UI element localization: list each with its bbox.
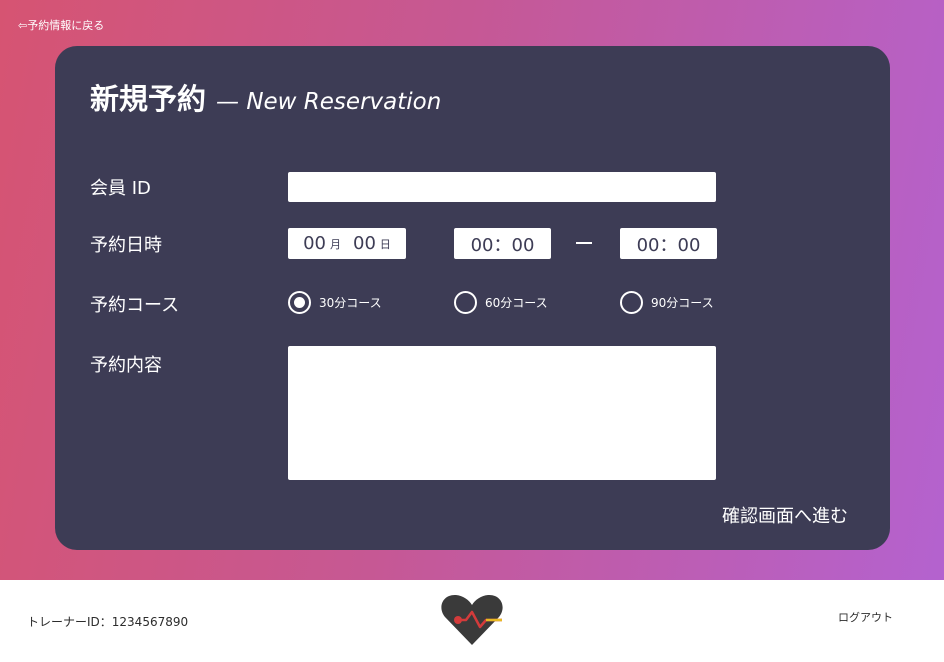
month-value: 00	[303, 233, 326, 254]
course-label: 予約コース	[90, 295, 180, 316]
radio-unselected-icon	[620, 291, 643, 314]
proceed-to-confirm-button[interactable]: 確認画面へ進む	[722, 502, 848, 528]
course-option-60[interactable]: 60分コース	[454, 291, 548, 314]
course-option-label: 90分コース	[651, 296, 714, 310]
date-field[interactable]: 00 月 00 日	[288, 228, 406, 259]
title-japanese: 新規予約	[90, 82, 207, 116]
end-time-field[interactable]: 00：00	[620, 228, 717, 259]
course-option-label: 30分コース	[319, 296, 382, 310]
back-to-reservation-link[interactable]: ⇦予約情報に戻る	[18, 17, 104, 33]
start-time-field[interactable]: 00：00	[454, 228, 551, 259]
course-option-90[interactable]: 90分コース	[620, 291, 714, 314]
time-range-separator	[576, 242, 592, 244]
month-unit: 月	[330, 237, 341, 251]
heart-pulse-logo-icon	[441, 594, 503, 645]
course-option-label: 60分コース	[485, 296, 548, 310]
title-english: — New Reservation	[216, 89, 442, 115]
radio-dot-icon	[294, 297, 305, 308]
content-textarea[interactable]	[288, 346, 716, 480]
day-unit: 日	[379, 237, 391, 251]
radio-selected-icon	[288, 291, 311, 314]
logout-link[interactable]: ログアウト	[838, 609, 893, 625]
reservation-form-card: 新規予約 — New Reservation 会員 ID 予約日時 00 月 00…	[55, 46, 890, 550]
hero-background: ⇦予約情報に戻る 新規予約 — New Reservation 会員 ID 予約日…	[0, 0, 944, 580]
member-id-input[interactable]	[288, 172, 716, 202]
footer: トレーナーID：1234567890 ログアウト	[0, 580, 944, 662]
content-label: 予約内容	[90, 355, 162, 376]
radio-unselected-icon	[454, 291, 477, 314]
trainer-id: トレーナーID：1234567890	[27, 615, 189, 629]
page-title: 新規予約 — New Reservation	[90, 76, 441, 118]
course-option-30[interactable]: 30分コース	[288, 291, 382, 314]
datetime-label: 予約日時	[90, 235, 162, 256]
day-value: 00	[353, 233, 376, 254]
member-id-label: 会員 ID	[90, 178, 151, 199]
